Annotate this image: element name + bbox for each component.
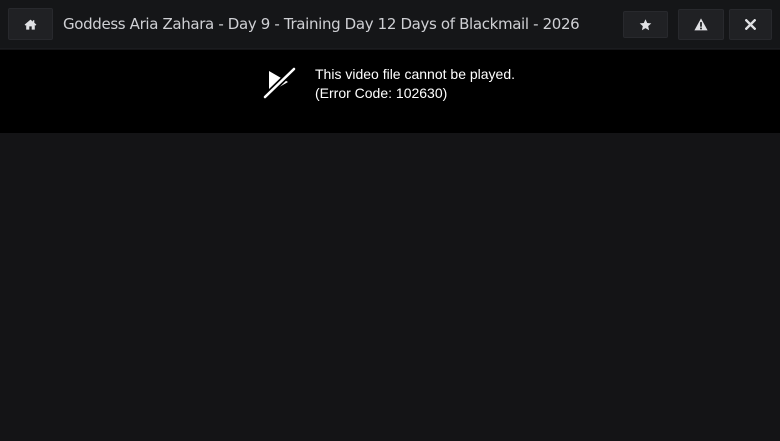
home-button[interactable] <box>8 8 53 40</box>
error-message-text: This video file cannot be played. <box>315 66 516 82</box>
report-button[interactable] <box>678 9 724 40</box>
warning-icon <box>694 18 708 31</box>
close-button[interactable] <box>729 9 772 40</box>
error-message: This video file cannot be played. (Error… <box>315 65 615 103</box>
star-icon <box>639 18 652 31</box>
video-off-icon <box>262 66 298 100</box>
close-icon <box>745 19 756 30</box>
content-area <box>0 133 780 441</box>
video-modal: Goddess Aria Zahara - Day 9 - Training D… <box>0 0 780 441</box>
home-icon <box>24 19 37 30</box>
video-title: Goddess Aria Zahara - Day 9 - Training D… <box>63 15 580 33</box>
video-player[interactable]: This video file cannot be played. (Error… <box>0 50 780 133</box>
top-bar: Goddess Aria Zahara - Day 9 - Training D… <box>0 0 780 49</box>
error-code: (Error Code: 102630) <box>315 85 448 101</box>
favorite-button[interactable] <box>623 11 668 38</box>
